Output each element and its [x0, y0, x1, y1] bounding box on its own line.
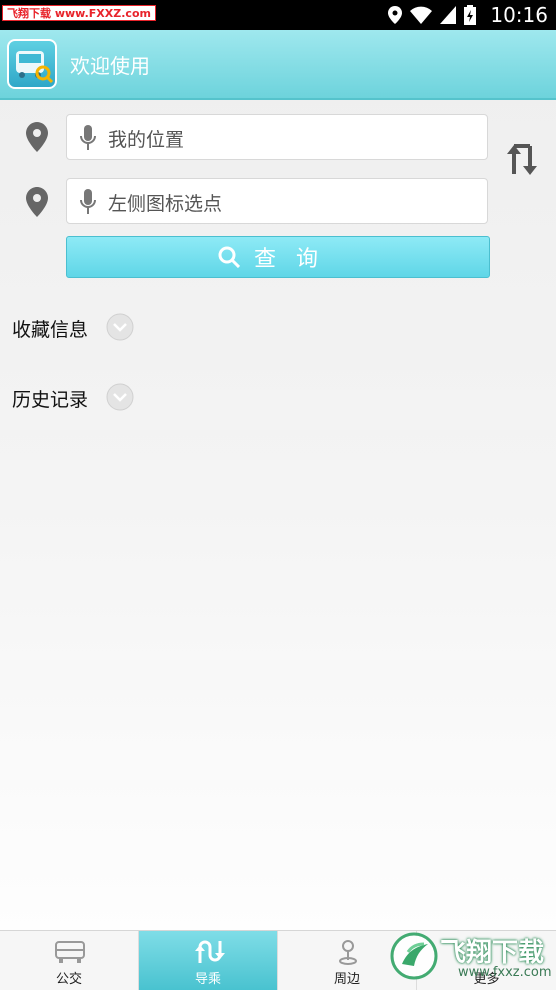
- battery-icon: [464, 5, 477, 25]
- signal-icon: [440, 6, 457, 24]
- nav-guide-label: 导乘: [194, 972, 221, 987]
- end-location-input[interactable]: 左侧图标选点: [66, 178, 488, 224]
- chevron-down-icon[interactable]: [106, 313, 134, 341]
- start-location-placeholder: 我的位置: [108, 129, 185, 151]
- app-header: 欢迎使用: [0, 30, 556, 100]
- nav-bus[interactable]: 公交: [0, 931, 139, 990]
- chevron-down-icon[interactable]: [106, 383, 134, 411]
- location-icon: [388, 6, 403, 24]
- swap-icon[interactable]: [504, 140, 540, 180]
- status-icons: 10:16: [388, 0, 548, 30]
- end-location-pin-icon[interactable]: [26, 187, 48, 217]
- status-bar: 飞翔下载 www.FXXZ.com 10:16: [0, 0, 556, 30]
- nav-nearby[interactable]: 周边: [278, 931, 417, 990]
- nearby-pin-icon: [339, 940, 357, 965]
- end-location-placeholder: 左侧图标选点: [108, 193, 223, 215]
- start-location-pin-icon[interactable]: [26, 122, 48, 152]
- history-section-title[interactable]: 历史记录: [12, 385, 88, 412]
- query-button[interactable]: 查询: [66, 236, 490, 278]
- bus-icon: [55, 941, 85, 963]
- app-logo: [7, 39, 57, 89]
- start-location-input[interactable]: 我的位置: [66, 114, 488, 160]
- clock-time: 10:16: [490, 3, 548, 27]
- nav-bus-label: 公交: [55, 972, 82, 987]
- microphone-icon[interactable]: [79, 189, 97, 215]
- nav-nearby-label: 周边: [333, 972, 360, 987]
- favorites-section-title[interactable]: 收藏信息: [12, 315, 88, 342]
- bus-search-logo-icon: [16, 51, 54, 84]
- page-title: 欢迎使用: [70, 54, 150, 78]
- search-icon: [218, 246, 240, 268]
- wifi-icon: [410, 6, 433, 24]
- watermark-text: 飞翔下载: [440, 938, 545, 968]
- route-icon: [195, 940, 225, 963]
- watermark-url: www.fxxz.com: [458, 965, 552, 980]
- nav-guide[interactable]: 导乘: [139, 931, 278, 990]
- watermark-label: 飞翔下载 www.FXXZ.com: [2, 5, 156, 21]
- microphone-icon[interactable]: [79, 125, 97, 151]
- query-button-label: 查询: [253, 247, 338, 272]
